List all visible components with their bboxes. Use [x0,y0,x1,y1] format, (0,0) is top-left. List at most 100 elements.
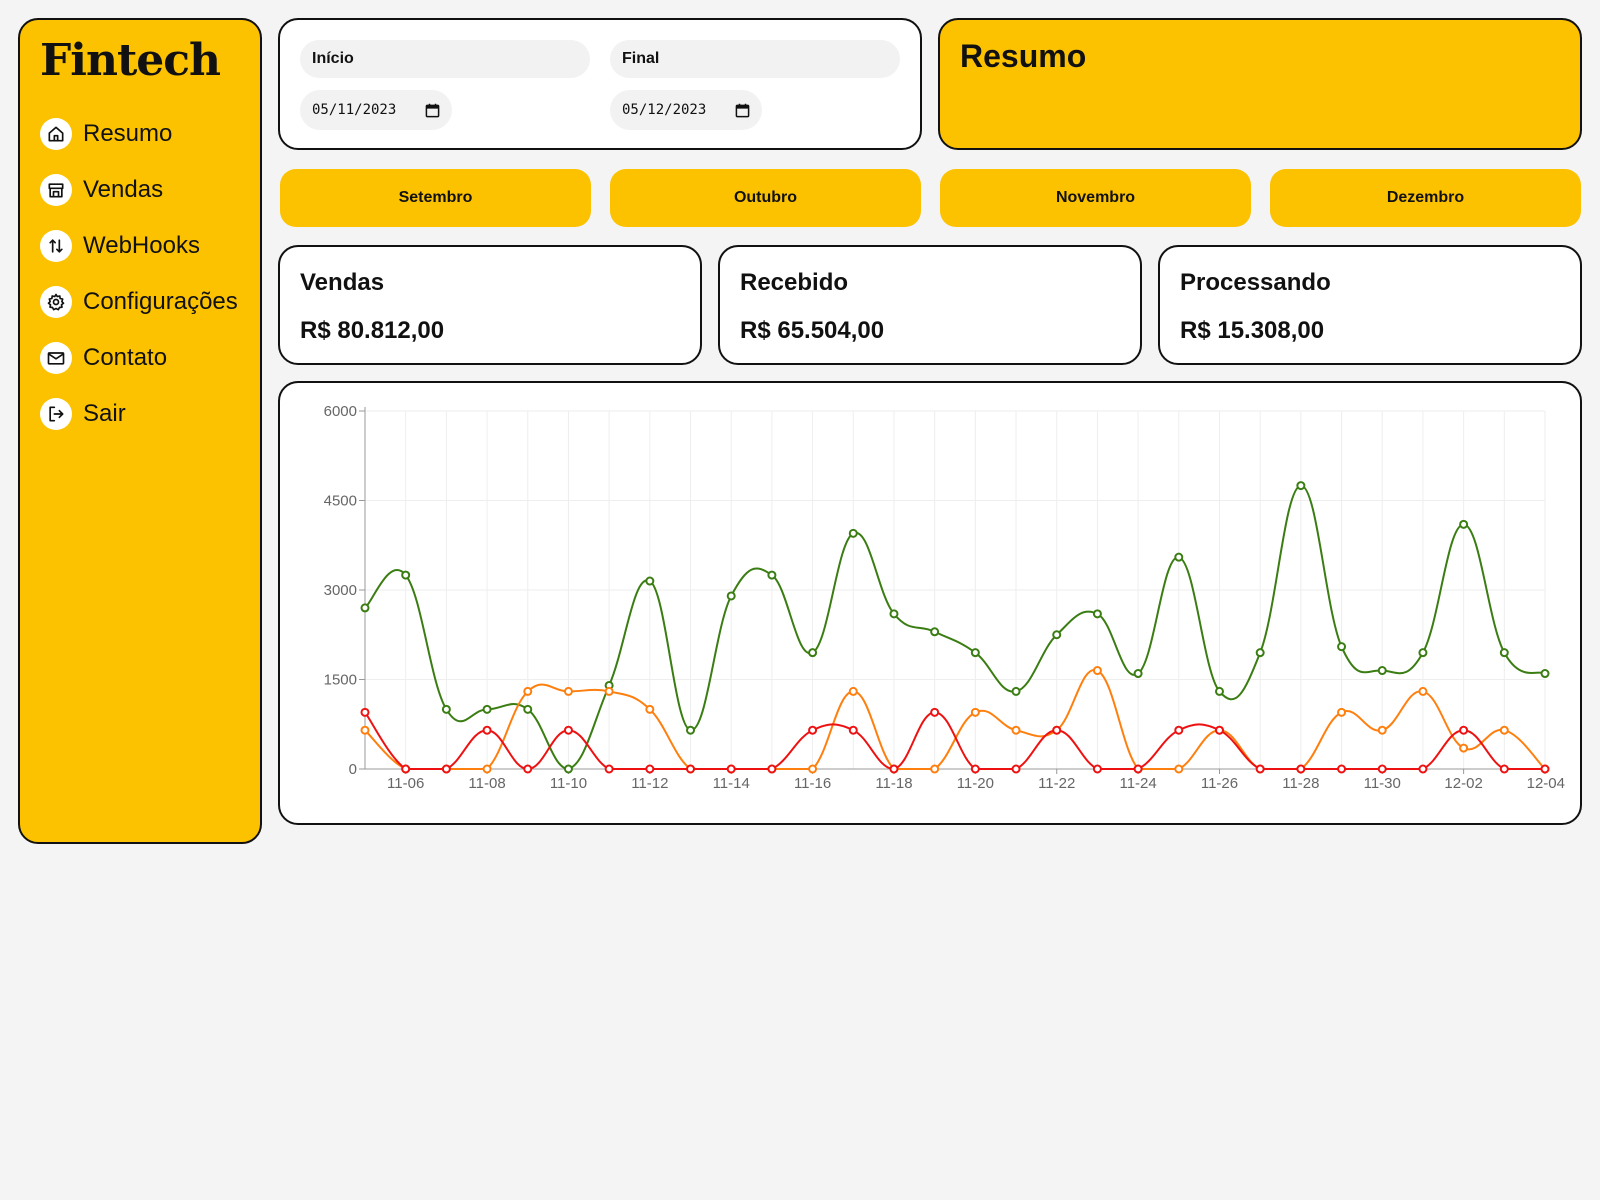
data-point [563,725,573,735]
data-point [1092,666,1102,676]
metric-title: Vendas [300,269,385,296]
data-point [1459,725,1469,735]
month-button-dezembro[interactable]: Dezembro [1270,169,1581,227]
sidebar-item-label: Sair [83,400,126,427]
data-point [1459,519,1469,529]
sales-line-chart: 0 1500 3000 4500 6000 11-06 11-08 11-10 11-12 11-… [324,403,1565,792]
data-point [523,704,533,714]
data-point [767,570,777,580]
mail-icon [40,342,72,374]
sidebar-item-contato[interactable]: Contato [40,330,240,386]
data-point [360,603,370,613]
data-point [1174,764,1184,774]
data-point [808,764,818,774]
data-point [1377,764,1387,774]
y-tick-label: 0 [349,761,357,778]
home-icon [40,118,72,150]
data-point [1418,648,1428,658]
x-tick-label: 11-08 [468,775,505,792]
start-date-input[interactable]: 05/11/2023 [300,90,452,130]
data-point [930,627,940,637]
data-point [1540,669,1550,679]
data-point [563,764,573,774]
data-point [686,764,696,774]
data-point [523,764,533,774]
data-point [645,764,655,774]
data-point [808,648,818,658]
metric-value: R$ 15.308,00 [1180,317,1325,344]
sidebar-item-configuracoes[interactable]: Configurações [40,274,240,330]
data-point [645,576,655,586]
data-point [970,764,980,774]
data-point [889,764,899,774]
sidebar-item-label: WebHooks [83,232,200,259]
metric-title: Recebido [740,269,849,296]
y-tick-label: 3000 [324,582,357,599]
metric-value: R$ 80.812,00 [300,317,445,344]
calendar-icon[interactable] [425,103,440,118]
data-point [1174,552,1184,562]
data-point [726,591,736,601]
x-tick-label: 11-30 [1364,775,1401,792]
metric-card-vendas: Vendas R$ 80.812,00 [278,245,702,365]
start-date-label: Início [300,40,590,78]
data-point [523,686,533,696]
data-point [1255,764,1265,774]
data-point [686,725,696,735]
data-point [1337,707,1347,717]
end-date-label: Final [610,40,900,78]
end-date-input[interactable]: 05/12/2023 [610,90,762,130]
sidebar-item-resumo[interactable]: Resumo [40,106,240,162]
sidebar-item-label: Contato [83,344,168,371]
series-line-1 [364,669,1546,770]
sidebar-item-label: Resumo [83,120,173,147]
data-point [1255,648,1265,658]
data-point [563,686,573,696]
data-point [1052,630,1062,640]
month-button-novembro[interactable]: Novembro [940,169,1251,227]
data-point [1214,725,1224,735]
metric-title: Processando [1180,269,1331,296]
data-point [970,707,980,717]
gear-icon [40,286,72,318]
data-point [970,648,980,658]
x-tick-label: 11-14 [713,775,750,792]
data-point [930,764,940,774]
store-icon [40,174,72,206]
x-tick-label: 12-02 [1444,775,1482,792]
page-title: Resumo [960,38,1087,74]
month-button-outubro[interactable]: Outubro [610,169,921,227]
sidebar-item-vendas[interactable]: Vendas [40,162,240,218]
data-point [482,764,492,774]
data-point [1499,725,1509,735]
x-tick-label: 11-24 [1119,775,1156,792]
data-point [1499,648,1509,658]
data-point [1092,764,1102,774]
data-point [1540,764,1550,774]
x-tick-label: 12-04 [1527,775,1565,792]
data-point [441,764,451,774]
metric-card-recebido: Recebido R$ 65.504,00 [718,245,1142,365]
data-point [1337,764,1347,774]
data-point [1296,481,1306,491]
calendar-icon[interactable] [735,103,750,118]
date-filter-card: Início 05/11/2023 Final 05/12/2023 [278,18,922,150]
x-tick-label: 11-06 [387,775,424,792]
data-point [1459,743,1469,753]
month-button-setembro[interactable]: Setembro [280,169,591,227]
data-point [1052,725,1062,735]
data-point [930,707,940,717]
data-point [1418,764,1428,774]
sidebar-item-webhooks[interactable]: WebHooks [40,218,240,274]
data-point [1011,686,1021,696]
data-point [1296,764,1306,774]
data-point [604,764,614,774]
end-date-group: Final 05/12/2023 [610,40,900,130]
data-point [360,707,370,717]
data-point [1092,609,1102,619]
sidebar-item-sair[interactable]: Sair [40,386,240,442]
y-tick-label: 1500 [324,672,357,689]
sidebar-item-label: Configurações [83,288,238,315]
start-date-group: Início 05/11/2023 [300,40,590,130]
data-point [1418,686,1428,696]
